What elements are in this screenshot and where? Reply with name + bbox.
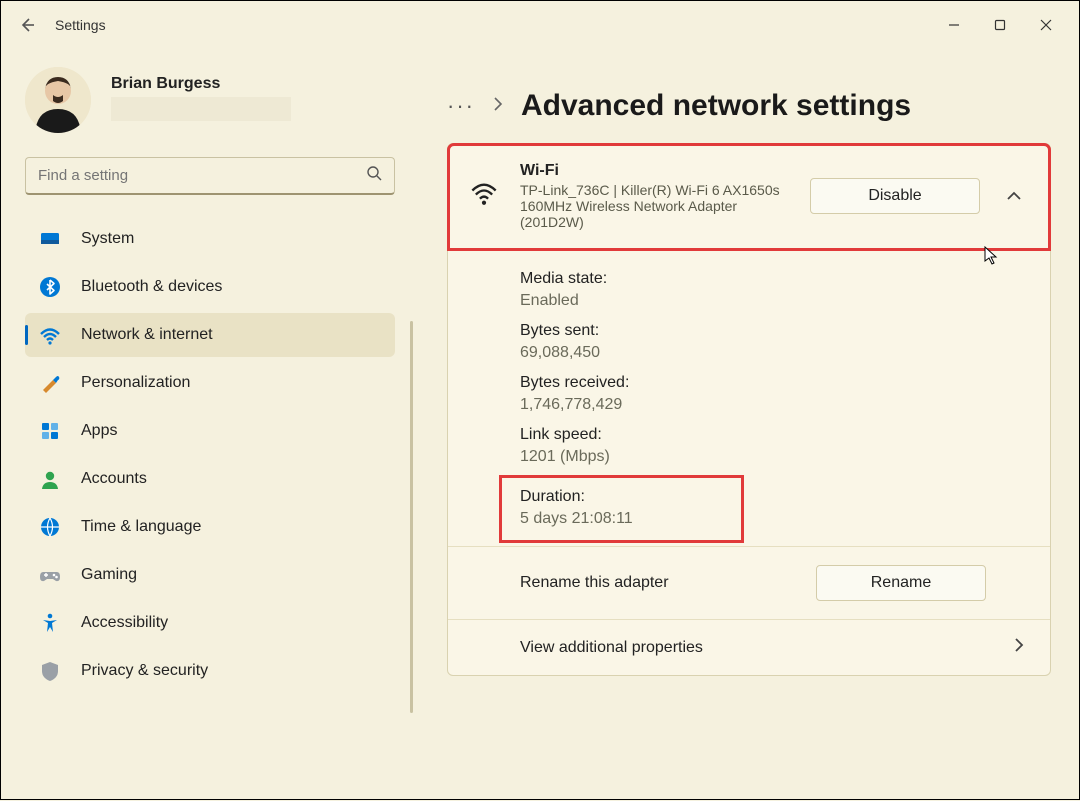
- back-icon[interactable]: [19, 17, 35, 33]
- titlebar-left: Settings: [19, 17, 106, 33]
- window-title: Settings: [55, 17, 106, 33]
- adapter-card: Wi-Fi TP-Link_736C | Killer(R) Wi-Fi 6 A…: [447, 143, 1051, 676]
- minimize-button[interactable]: [931, 9, 977, 41]
- adapter-subtitle: TP-Link_736C | Killer(R) Wi-Fi 6 AX1650s…: [520, 182, 788, 230]
- breadcrumb-ellipsis[interactable]: ···: [447, 93, 475, 119]
- user-email-redacted: [111, 97, 291, 121]
- sidebar-item-label: Network & internet: [81, 326, 213, 344]
- avatar: [25, 67, 91, 133]
- additional-properties-row[interactable]: View additional properties: [448, 619, 1050, 675]
- chevron-right-icon: [493, 97, 503, 116]
- user-block: Brian Burgess: [111, 75, 291, 126]
- adapter-info: Wi-Fi TP-Link_736C | Killer(R) Wi-Fi 6 A…: [520, 162, 788, 230]
- duration-highlight: Duration: 5 days 21:08:11: [502, 478, 741, 540]
- sidebar-item-label: Accounts: [81, 470, 147, 488]
- time-language-icon: [39, 516, 61, 538]
- system-icon: [39, 228, 61, 250]
- window-controls: [931, 9, 1069, 41]
- media-state-label: Media state:: [520, 270, 1026, 288]
- maximize-button[interactable]: [977, 9, 1023, 41]
- link-speed-label: Link speed:: [520, 426, 1026, 444]
- user-name: Brian Burgess: [111, 75, 291, 93]
- sidebar-item-label: System: [81, 230, 134, 248]
- chevron-right-icon: [1014, 638, 1024, 657]
- sidebar-item-label: Gaming: [81, 566, 137, 584]
- accessibility-icon: [39, 612, 61, 634]
- bytes-sent-value: 69,088,450: [520, 344, 1026, 362]
- accounts-icon: [39, 468, 61, 490]
- sidebar-item-label: Bluetooth & devices: [81, 278, 222, 296]
- sidebar-item-time-language[interactable]: Time & language: [25, 505, 395, 549]
- bluetooth-icon: [39, 276, 61, 298]
- rename-label: Rename this adapter: [520, 574, 816, 592]
- close-button[interactable]: [1023, 9, 1069, 41]
- titlebar: Settings: [1, 1, 1079, 49]
- apps-icon: [39, 420, 61, 442]
- sidebar-item-accounts[interactable]: Accounts: [25, 457, 395, 501]
- sidebar-item-label: Time & language: [81, 518, 201, 536]
- sidebar-item-privacy[interactable]: Privacy & security: [25, 649, 395, 693]
- adapter-title: Wi-Fi: [520, 162, 788, 180]
- duration-value: 5 days 21:08:11: [520, 510, 633, 528]
- bytes-sent-label: Bytes sent:: [520, 322, 1026, 340]
- gaming-icon: [39, 564, 61, 586]
- page-title: Advanced network settings: [521, 89, 911, 123]
- nav: System Bluetooth & devices Network & int…: [25, 217, 395, 693]
- search-input[interactable]: [25, 157, 395, 195]
- duration-label: Duration:: [520, 488, 633, 506]
- sidebar-item-label: Accessibility: [81, 614, 168, 632]
- sidebar-item-accessibility[interactable]: Accessibility: [25, 601, 395, 645]
- sidebar-item-system[interactable]: System: [25, 217, 395, 261]
- bytes-received-value: 1,746,778,429: [520, 396, 1026, 414]
- search-field[interactable]: [38, 167, 366, 184]
- adapter-header[interactable]: Wi-Fi TP-Link_736C | Killer(R) Wi-Fi 6 A…: [448, 144, 1050, 250]
- chevron-up-icon[interactable]: [1002, 184, 1026, 208]
- sidebar-item-apps[interactable]: Apps: [25, 409, 395, 453]
- privacy-icon: [39, 660, 61, 682]
- sidebar: Brian Burgess System Bluetooth & devices…: [1, 49, 419, 801]
- bytes-received-label: Bytes received:: [520, 374, 1026, 392]
- content: ··· Advanced network settings Wi-Fi TP-L…: [419, 49, 1079, 801]
- sidebar-item-network[interactable]: Network & internet: [25, 313, 395, 357]
- sidebar-item-bluetooth[interactable]: Bluetooth & devices: [25, 265, 395, 309]
- personalization-icon: [39, 372, 61, 394]
- link-speed-value: 1201 (Mbps): [520, 448, 1026, 466]
- media-state-value: Enabled: [520, 292, 1026, 310]
- sidebar-item-label: Privacy & security: [81, 662, 208, 680]
- additional-properties-label: View additional properties: [520, 639, 1014, 657]
- sidebar-item-gaming[interactable]: Gaming: [25, 553, 395, 597]
- adapter-stats: Media state: Enabled Bytes sent: 69,088,…: [448, 250, 1050, 546]
- search-icon: [366, 165, 382, 186]
- rename-button[interactable]: Rename: [816, 565, 986, 601]
- sidebar-item-label: Apps: [81, 422, 117, 440]
- rename-row: Rename this adapter Rename: [448, 546, 1050, 619]
- sidebar-item-personalization[interactable]: Personalization: [25, 361, 395, 405]
- sidebar-item-label: Personalization: [81, 374, 190, 392]
- profile[interactable]: Brian Burgess: [25, 67, 409, 133]
- network-icon: [39, 324, 61, 346]
- breadcrumb: ··· Advanced network settings: [447, 89, 1051, 123]
- wifi-icon: [470, 180, 498, 213]
- disable-button[interactable]: Disable: [810, 178, 980, 214]
